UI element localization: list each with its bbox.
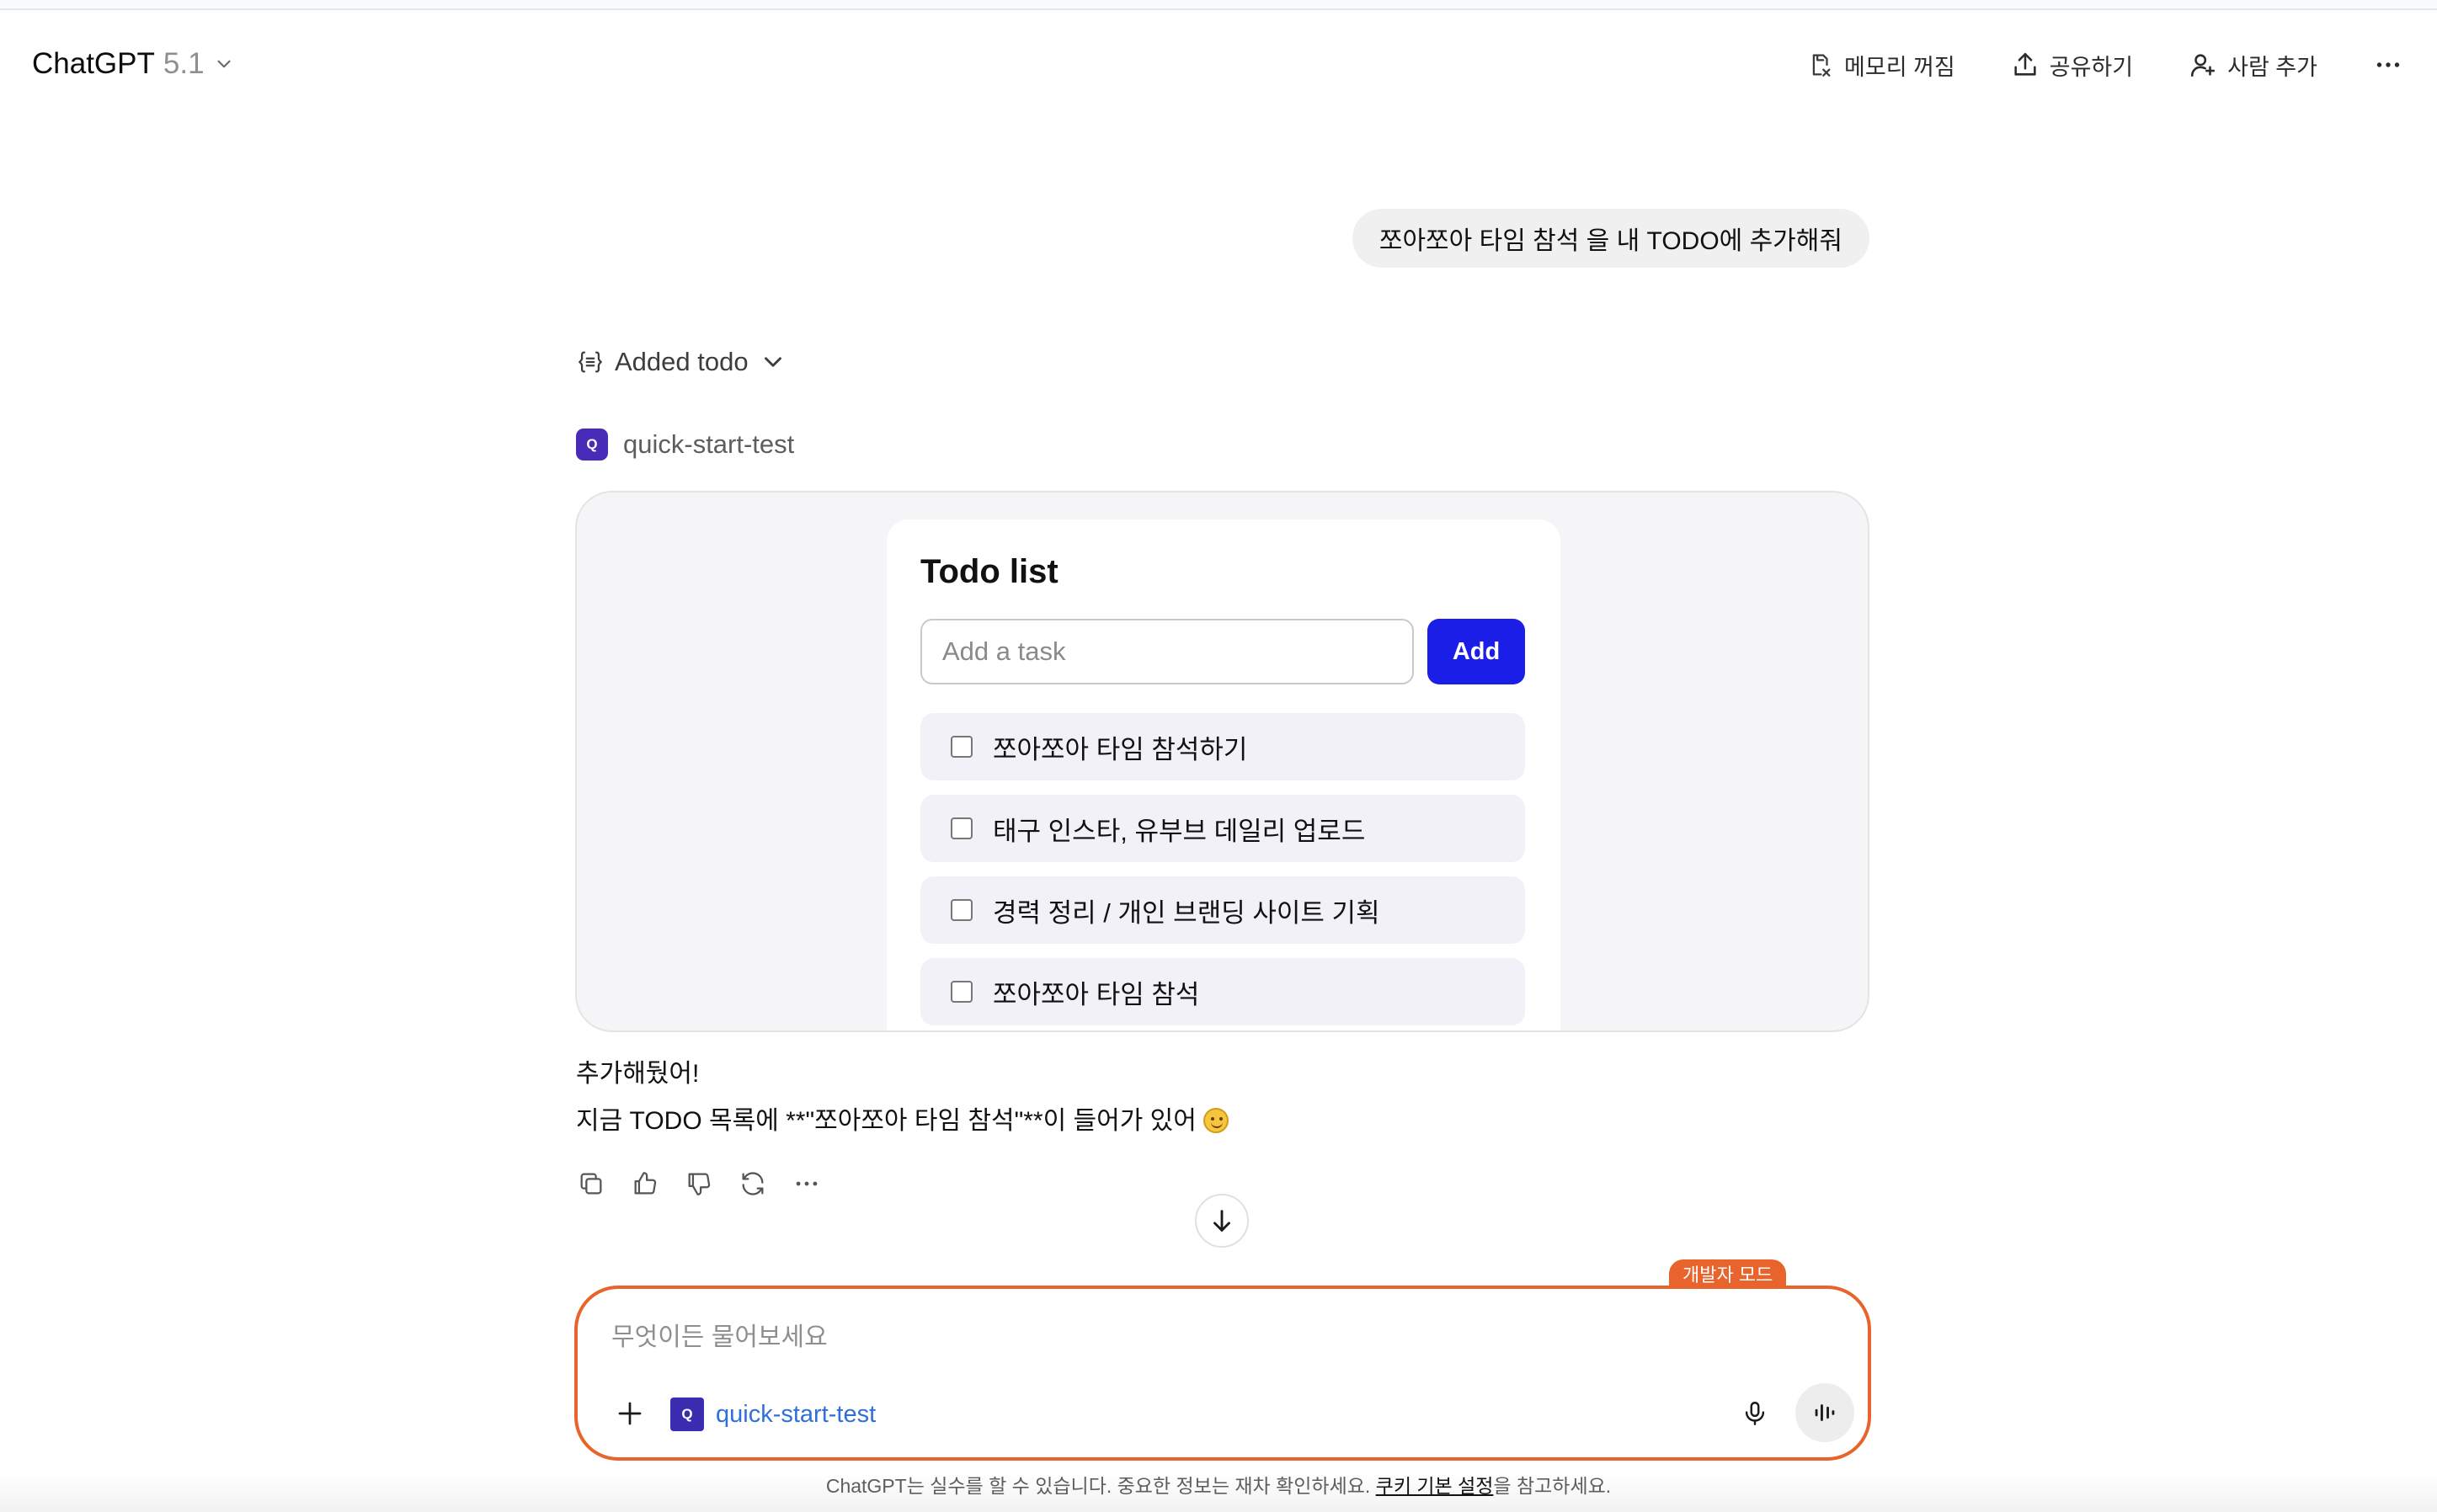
disclaimer-text-end: 을 참고하세요. xyxy=(1493,1475,1612,1497)
chevron-down-icon xyxy=(764,357,781,367)
todo-checkbox[interactable] xyxy=(951,736,973,758)
todo-checkbox[interactable] xyxy=(951,899,973,921)
developer-mode-badge: 개발자 모드 xyxy=(1669,1259,1787,1288)
composer: Q quick-start-test xyxy=(574,1286,1871,1461)
chevron-down-icon xyxy=(216,60,231,68)
todo-title: Todo list xyxy=(920,553,1059,590)
tool-call-label: Added todo xyxy=(615,347,749,376)
memory-off-label: 메모리 꺼짐 xyxy=(1844,54,1955,80)
todo-item-text: 쪼아쪼아 타임 참석 xyxy=(993,979,1200,1009)
copy-button[interactable] xyxy=(576,1169,606,1199)
cookie-preferences-link[interactable]: 쿠키 기본 설정 xyxy=(1376,1475,1494,1497)
refresh-icon xyxy=(742,1172,764,1195)
todo-item: 경력 정리 / 개인 브랜딩 사이트 기획 xyxy=(920,876,1525,944)
message-actions xyxy=(576,1165,822,1202)
assistant-line-2-text: 지금 TODO 목록에 **"쪼아쪼아 타임 참석"**이 들어가 있어 xyxy=(576,1107,1197,1135)
todo-item-text: 쪼아쪼아 타임 참석하기 xyxy=(993,734,1248,764)
tool-braces-icon xyxy=(579,351,602,373)
todo-checkbox[interactable] xyxy=(951,817,973,839)
share-icon xyxy=(2014,52,2036,76)
todo-item: 쪼아쪼아 타임 참석하기 xyxy=(920,713,1525,780)
assistant-message: 추가해뒀어! 지금 TODO 목록에 **"쪼아쪼아 타임 참석"**이 들어가… xyxy=(576,1051,1229,1145)
window-top-border xyxy=(0,0,2437,10)
disclaimer: ChatGPT는 실수를 할 수 있습니다. 중요한 정보는 재차 확인하세요.… xyxy=(0,1473,2437,1499)
model-selector[interactable]: ChatGPT 5.1 xyxy=(32,37,235,91)
assistant-line-2: 지금 TODO 목록에 **"쪼아쪼아 타임 참석"**이 들어가 있어 xyxy=(576,1098,1229,1145)
memory-off-button[interactable]: 메모리 꺼짐 xyxy=(1805,49,1955,82)
thumbs-down-icon xyxy=(688,1173,711,1195)
header-bar: ChatGPT 5.1 메모리 꺼짐 공유하기 사람 추가 xyxy=(0,10,2437,101)
user-message-text: 쪼아쪼아 타임 참석 을 내 TODO에 추가해줘 xyxy=(1378,227,1842,255)
todo-checkbox[interactable] xyxy=(951,981,973,1003)
share-button[interactable]: 공유하기 xyxy=(2011,49,2133,82)
arrow-down-icon xyxy=(1213,1210,1230,1232)
app-logo: Q xyxy=(576,429,608,461)
ellipsis-icon xyxy=(2376,62,2400,67)
share-label: 공유하기 xyxy=(2049,54,2134,80)
plus-icon xyxy=(618,1402,642,1425)
selected-app-name: quick-start-test xyxy=(716,1400,877,1428)
smiling-face-icon xyxy=(1203,1108,1229,1133)
memory-off-icon xyxy=(1812,54,1831,77)
thumbs-up-icon xyxy=(634,1172,657,1195)
app-widget-frame: Todo list Add 쪼아쪼아 타임 참석하기 태구 인스타, 유부브 데… xyxy=(575,491,1869,1032)
header-actions: 메모리 꺼짐 공유하기 사람 추가 xyxy=(1805,35,2403,94)
add-people-button[interactable]: 사람 추가 xyxy=(2189,49,2317,82)
todo-item: 쪼아쪼아 타임 참석 xyxy=(920,958,1525,1025)
add-attachment-button[interactable] xyxy=(608,1392,652,1435)
model-name: ChatGPT xyxy=(32,47,155,80)
assistant-line-1: 추가해뒀어! xyxy=(576,1060,700,1088)
todo-item-text: 경력 정리 / 개인 브랜딩 사이트 기획 xyxy=(993,897,1380,928)
app-name: quick-start-test xyxy=(623,429,795,459)
add-task-input[interactable] xyxy=(920,619,1414,684)
voice-mode-button[interactable] xyxy=(1795,1383,1854,1442)
selected-app-chip[interactable]: Q quick-start-test xyxy=(670,1397,876,1432)
add-person-icon xyxy=(2191,54,2216,77)
prompt-input[interactable] xyxy=(611,1314,1790,1361)
todo-card: Todo list Add 쪼아쪼아 타임 참석하기 태구 인스타, 유부브 데… xyxy=(887,519,1560,1030)
tool-call-toggle[interactable]: Added todo xyxy=(576,341,787,383)
copy-icon xyxy=(580,1173,602,1195)
user-message-bubble: 쪼아쪼아 타임 참석 을 내 TODO에 추가해줘 xyxy=(1352,209,1869,268)
dictate-button[interactable] xyxy=(1731,1390,1778,1437)
todo-list: 쪼아쪼아 타임 참석하기 태구 인스타, 유부브 데일리 업로드 경력 정리 /… xyxy=(920,713,1525,1030)
voice-waveform-icon xyxy=(1815,1404,1835,1421)
ellipsis-icon xyxy=(796,1181,818,1186)
thumbs-up-button[interactable] xyxy=(630,1169,660,1199)
thumbs-down-button[interactable] xyxy=(684,1169,714,1199)
microphone-icon xyxy=(1745,1402,1765,1425)
app-logo: Q xyxy=(670,1398,704,1431)
todo-item-text: 태구 인스타, 유부브 데일리 업로드 xyxy=(993,816,1366,846)
regenerate-button[interactable] xyxy=(738,1169,768,1199)
more-actions-button[interactable] xyxy=(792,1169,822,1199)
add-task-button[interactable]: Add xyxy=(1427,619,1525,684)
more-options-button[interactable] xyxy=(2373,50,2403,80)
scroll-to-bottom-button[interactable] xyxy=(1195,1194,1249,1248)
model-version: 5.1 xyxy=(163,47,205,80)
app-attribution: Q quick-start-test xyxy=(576,423,794,466)
add-people-label: 사람 추가 xyxy=(2227,54,2317,80)
todo-item: 태구 인스타, 유부브 데일리 업로드 xyxy=(920,795,1525,862)
disclaimer-text: ChatGPT는 실수를 할 수 있습니다. 중요한 정보는 재차 확인하세요. xyxy=(825,1475,1376,1497)
